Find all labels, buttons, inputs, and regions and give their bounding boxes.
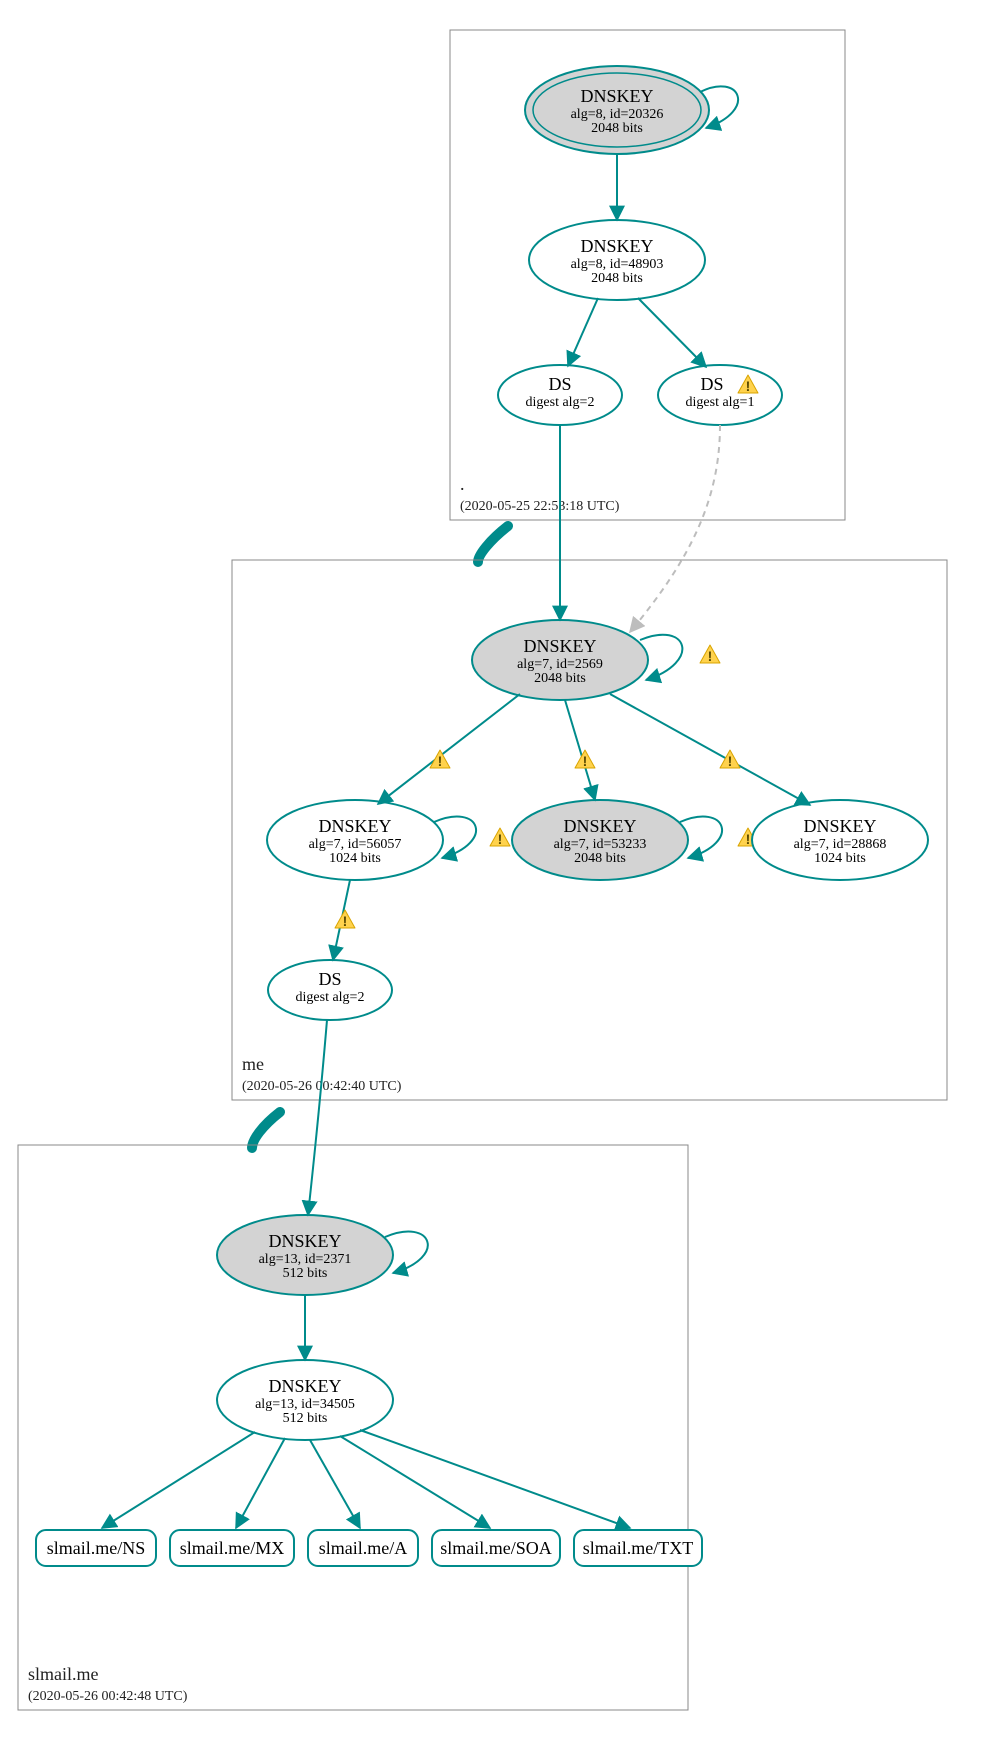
warning-icon [335, 910, 355, 929]
svg-text:2048 bits: 2048 bits [591, 121, 643, 136]
edge-me-ksk-right [610, 694, 810, 805]
svg-text:DNSKEY: DNSKEY [318, 816, 391, 836]
svg-text:alg=7, id=2569: alg=7, id=2569 [517, 657, 603, 672]
edge-ds2-me-ksk [630, 425, 720, 632]
svg-text:slmail.me/NS: slmail.me/NS [47, 1538, 146, 1558]
svg-text:alg=8, id=48903: alg=8, id=48903 [571, 257, 664, 272]
zone-me: me (2020-05-26 00:42:40 UTC) DNSKEY alg=… [232, 425, 947, 1100]
svg-text:DS: DS [700, 374, 723, 394]
svg-text:DNSKEY: DNSKEY [523, 636, 596, 656]
svg-text:DNSKEY: DNSKEY [268, 1376, 341, 1396]
rrset-mx: slmail.me/MX [170, 1530, 294, 1566]
svg-text:alg=13, id=2371: alg=13, id=2371 [259, 1252, 352, 1267]
zone-slmail-name: slmail.me [28, 1664, 99, 1684]
svg-text:DNSKEY: DNSKEY [268, 1231, 341, 1251]
warning-icon [575, 750, 595, 769]
svg-text:alg=13, id=34505: alg=13, id=34505 [255, 1397, 355, 1412]
edge-me-ksk-left [378, 694, 520, 804]
svg-text:alg=7, id=53233: alg=7, id=53233 [554, 837, 647, 852]
zone-slmail-ts: (2020-05-26 00:42:48 UTC) [28, 1689, 188, 1704]
svg-text:2048 bits: 2048 bits [574, 851, 626, 866]
zone-root: . (2020-05-25 22:53:18 UTC) DNSKEY alg=8… [450, 30, 845, 520]
node-me-left: DNSKEY alg=7, id=56057 1024 bits [267, 800, 443, 880]
zone-root-ts: (2020-05-25 22:53:18 UTC) [460, 499, 620, 514]
edge-delegation-root-me [478, 526, 508, 562]
svg-text:slmail.me/SOA: slmail.me/SOA [440, 1538, 552, 1558]
edge-delegation-me-slmail [252, 1112, 280, 1148]
svg-text:2048 bits: 2048 bits [534, 671, 586, 686]
warning-icon [430, 750, 450, 769]
svg-text:512 bits: 512 bits [283, 1411, 328, 1426]
rrset-soa: slmail.me/SOA [432, 1530, 560, 1566]
svg-text:2048 bits: 2048 bits [591, 271, 643, 286]
warning-icon [700, 645, 720, 664]
svg-text:1024 bits: 1024 bits [329, 851, 381, 866]
node-root-ds1: DS digest alg=2 [498, 365, 622, 425]
svg-text:alg=8, id=20326: alg=8, id=20326 [571, 107, 664, 122]
edge-sl-zsk-ns [102, 1432, 255, 1528]
edge-sl-zsk-txt [360, 1430, 630, 1528]
zone-root-name: . [460, 474, 465, 494]
edge-me-ds-sl-ksk [308, 1020, 327, 1215]
edge-sl-zsk-a [310, 1440, 360, 1528]
dnssec-graph: ! . (2020-05-25 22:53:18 UTC) DNSKEY alg… [0, 0, 991, 1742]
node-slmail-zsk: DNSKEY alg=13, id=34505 512 bits [217, 1360, 393, 1440]
zone-slmail: slmail.me (2020-05-26 00:42:48 UTC) DNSK… [18, 1020, 702, 1710]
svg-text:DS: DS [548, 374, 571, 394]
rrset-a: slmail.me/A [308, 1530, 418, 1566]
svg-text:digest alg=2: digest alg=2 [526, 395, 595, 410]
svg-text:alg=7, id=28868: alg=7, id=28868 [794, 837, 887, 852]
node-root-ksk: DNSKEY alg=8, id=20326 2048 bits [525, 66, 709, 154]
svg-text:digest alg=1: digest alg=1 [686, 395, 755, 410]
svg-text:slmail.me/A: slmail.me/A [319, 1538, 408, 1558]
warning-icon [720, 750, 740, 769]
svg-text:1024 bits: 1024 bits [814, 851, 866, 866]
svg-text:DNSKEY: DNSKEY [803, 816, 876, 836]
node-root-ds2: DS digest alg=1 [658, 365, 782, 425]
warning-icon [490, 828, 510, 847]
node-me-ds: DS digest alg=2 [268, 960, 392, 1020]
node-me-right: DNSKEY alg=7, id=28868 1024 bits [752, 800, 928, 880]
svg-text:DNSKEY: DNSKEY [580, 86, 653, 106]
node-me-mid: DNSKEY alg=7, id=53233 2048 bits [512, 800, 688, 880]
edge-root-zsk-ds2 [638, 298, 706, 367]
zone-me-name: me [242, 1054, 264, 1074]
edge-me-ksk-mid [565, 700, 595, 800]
svg-text:DS: DS [318, 969, 341, 989]
svg-text:DNSKEY: DNSKEY [563, 816, 636, 836]
edge-root-zsk-ds1 [568, 298, 598, 366]
svg-text:slmail.me/MX: slmail.me/MX [180, 1538, 285, 1558]
svg-text:alg=7, id=56057: alg=7, id=56057 [309, 837, 402, 852]
rrset-ns: slmail.me/NS [36, 1530, 156, 1566]
node-slmail-ksk: DNSKEY alg=13, id=2371 512 bits [217, 1215, 393, 1295]
node-root-zsk: DNSKEY alg=8, id=48903 2048 bits [529, 220, 705, 300]
edge-sl-zsk-mx [236, 1438, 285, 1528]
node-me-ksk: DNSKEY alg=7, id=2569 2048 bits [472, 620, 648, 700]
svg-text:slmail.me/TXT: slmail.me/TXT [583, 1538, 693, 1558]
svg-text:512 bits: 512 bits [283, 1266, 328, 1281]
rrset-txt: slmail.me/TXT [574, 1530, 702, 1566]
svg-text:digest alg=2: digest alg=2 [296, 990, 365, 1005]
svg-text:DNSKEY: DNSKEY [580, 236, 653, 256]
